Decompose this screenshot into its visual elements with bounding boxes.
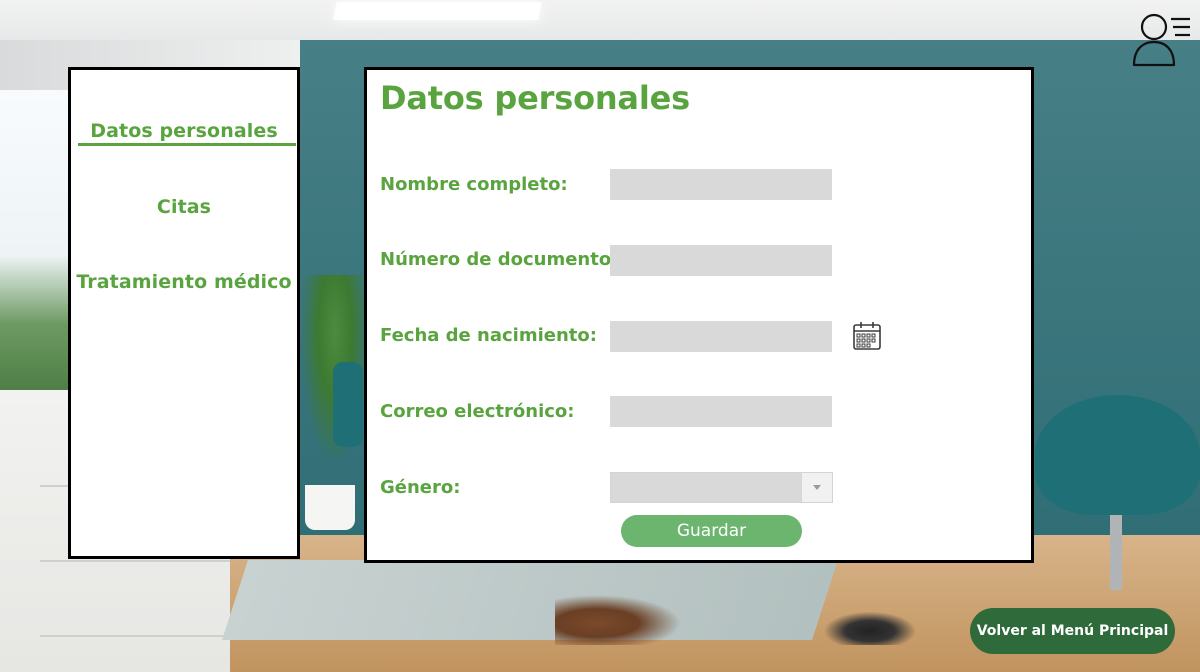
- shoes: [555, 590, 695, 645]
- genero-label: Género:: [380, 477, 461, 498]
- back-to-main-menu-button[interactable]: Volver al Menú Principal: [970, 608, 1175, 654]
- plant-pot: [305, 485, 355, 530]
- user-menu-icon[interactable]: [1130, 10, 1192, 68]
- rug: [222, 560, 838, 640]
- save-button[interactable]: Guardar: [621, 515, 802, 547]
- sidebar-item-tratamiento-medico[interactable]: Tratamiento médico: [71, 271, 297, 293]
- chair-base: [1110, 515, 1122, 590]
- nombre-input[interactable]: [610, 169, 832, 200]
- page-title: Datos personales: [380, 79, 690, 117]
- ceiling-light: [333, 2, 542, 20]
- calendar-icon[interactable]: [852, 320, 882, 352]
- genero-select[interactable]: [610, 472, 833, 503]
- cabinet-divider: [40, 560, 235, 562]
- sidebar-item-datos-personales[interactable]: Datos personales: [71, 120, 297, 142]
- active-tab-underline: [78, 143, 296, 146]
- nombre-label: Nombre completo:: [380, 174, 568, 195]
- chevron-down-icon[interactable]: [801, 473, 832, 502]
- fecha-nacimiento-input[interactable]: [610, 321, 832, 352]
- documento-label: Número de documento:: [380, 249, 619, 270]
- waiting-chair-left: [333, 362, 363, 447]
- waiting-chair-right: [1035, 395, 1200, 515]
- correo-input[interactable]: [610, 396, 832, 427]
- shoes: [820, 610, 920, 645]
- personal-data-panel: Datos personales Nombre completo: Número…: [364, 67, 1034, 563]
- sidebar: Datos personales Citas Tratamiento médic…: [68, 67, 300, 559]
- fecha-nacimiento-label: Fecha de nacimiento:: [380, 325, 597, 346]
- sidebar-item-citas[interactable]: Citas: [71, 196, 297, 218]
- window: [0, 90, 70, 390]
- documento-input[interactable]: [610, 245, 832, 276]
- cabinet-divider: [40, 635, 235, 637]
- correo-label: Correo electrónico:: [380, 401, 575, 422]
